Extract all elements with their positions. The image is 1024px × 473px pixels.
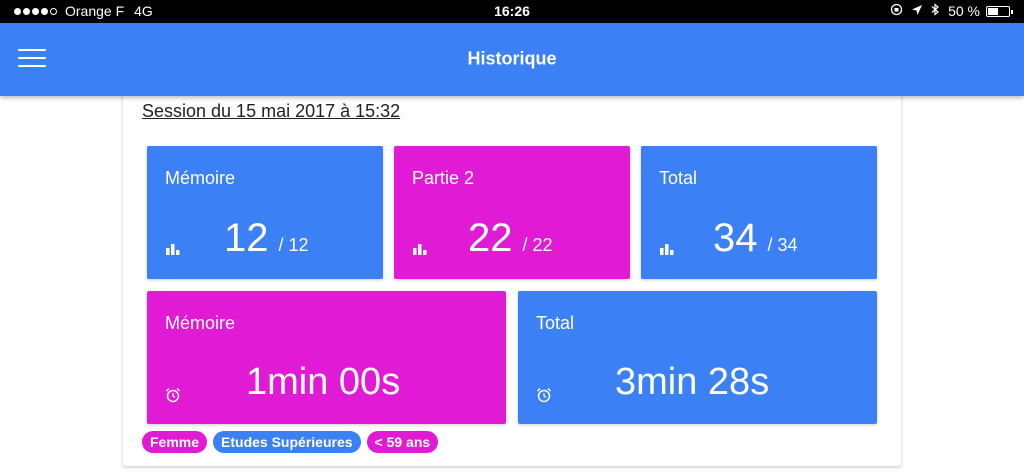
alarm-clock-icon	[165, 387, 181, 403]
battery-icon	[986, 5, 1013, 17]
tile-score: 22 / 22	[468, 216, 553, 261]
bar-chart-icon	[659, 242, 675, 258]
tile-label: Mémoire	[165, 313, 236, 333]
score-total: / 22	[522, 235, 553, 255]
battery-fill	[988, 7, 998, 15]
time-tile-total[interactable]: Total 3min 28s	[518, 291, 877, 424]
tile-label: Total	[659, 168, 698, 188]
alarm-clock-icon	[536, 387, 552, 403]
battery-percentage: 50 %	[948, 3, 980, 19]
score-tile-partie-2[interactable]: Partie 2 22 / 22	[394, 146, 630, 279]
time-value: 3min 28s	[615, 361, 770, 403]
bar-chart-icon	[165, 242, 181, 258]
score-value: 12	[224, 216, 269, 260]
tile-score: 34 / 34	[713, 216, 798, 261]
status-bar: Orange F 4G 16:26 50 %	[0, 0, 1024, 23]
tag-education: Etudes Supérieures	[213, 431, 361, 453]
score-tile-memoire[interactable]: Mémoire 12 / 12	[147, 146, 383, 279]
profile-tags: Femme Etudes Supérieures < 59 ans	[142, 431, 444, 453]
score-value: 22	[468, 216, 513, 260]
tile-label: Partie 2	[412, 168, 475, 188]
score-tile-total[interactable]: Total 34 / 34	[641, 146, 877, 279]
tag-gender: Femme	[142, 431, 208, 453]
time-tile-memoire[interactable]: Mémoire 1min 00s	[147, 291, 506, 424]
status-time: 16:26	[494, 3, 530, 19]
score-total: / 34	[767, 235, 798, 255]
tag-age: < 59 ans	[366, 431, 439, 453]
bluetooth-icon	[931, 3, 940, 19]
score-value: 34	[713, 216, 758, 260]
orientation-lock-icon	[890, 3, 903, 19]
location-icon	[911, 4, 923, 19]
bar-chart-icon	[412, 242, 428, 258]
score-total: / 12	[278, 235, 309, 255]
tile-score: 12 / 12	[224, 216, 309, 261]
tile-label: Total	[536, 313, 575, 333]
session-title: Session du 15 mai 2017 à 15:32	[142, 101, 401, 121]
tile-label: Mémoire	[165, 168, 236, 188]
status-bar-right: 50 %	[890, 3, 1013, 19]
battery-tip	[1011, 9, 1013, 14]
app-header: Historique	[0, 23, 1024, 96]
page-title: Historique	[467, 48, 557, 69]
time-value: 1min 00s	[246, 361, 401, 403]
